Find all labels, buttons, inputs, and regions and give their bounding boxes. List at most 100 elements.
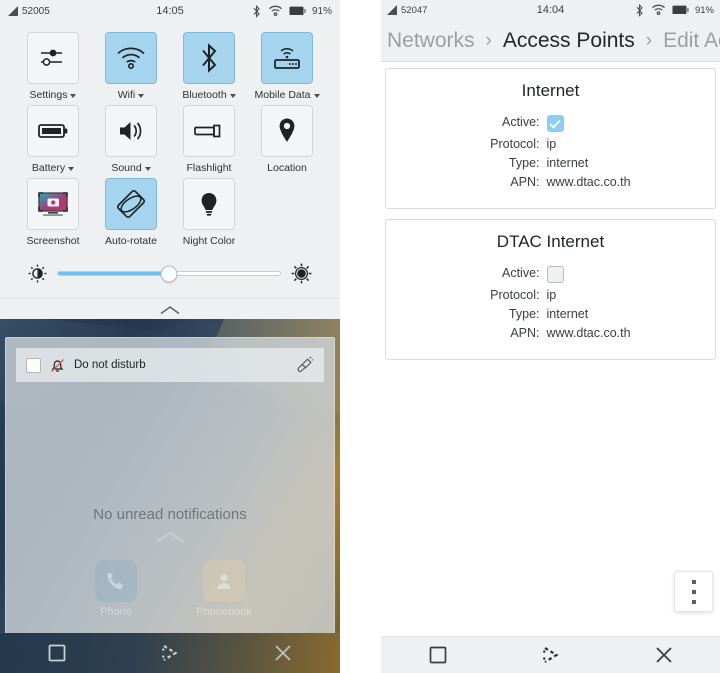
signal-icon: [387, 5, 397, 15]
carrier-label: 52005: [22, 5, 50, 17]
quick-tile-wifi[interactable]: Wifi: [94, 32, 168, 101]
right-status-bar: 52047 14:04 91%: [381, 0, 720, 20]
quick-tile-battery[interactable]: Battery: [16, 105, 90, 174]
field-value: ip: [546, 288, 557, 302]
chevron-right-icon: ›: [645, 29, 653, 51]
nav-home-button[interactable]: [521, 635, 581, 673]
field-active: Active:: [396, 266, 705, 283]
field-value: [546, 266, 687, 283]
tile-label-text: Battery: [31, 162, 66, 174]
field-key: Protocol:: [490, 137, 540, 151]
nav-home-button[interactable]: [140, 633, 200, 673]
nav-close-button[interactable]: [634, 635, 694, 673]
flashlight-icon: [194, 124, 221, 138]
field-key: APN:: [510, 326, 540, 340]
tile-label: Night Color: [183, 235, 236, 247]
quick-tile-sound[interactable]: Sound: [94, 105, 168, 174]
tile-button-wifi[interactable]: [105, 32, 157, 84]
broom-icon[interactable]: [295, 356, 314, 375]
tile-label: Mobile Data: [254, 89, 320, 101]
chevron-down-icon[interactable]: [138, 94, 145, 98]
chevron-down-icon[interactable]: [229, 94, 236, 98]
overflow-menu-button[interactable]: [674, 571, 713, 612]
slider-fill: [58, 272, 169, 275]
quick-tile-bluetooth[interactable]: Bluetooth: [172, 32, 246, 101]
active-checkbox[interactable]: [546, 115, 564, 132]
overflow-menu-icon: [691, 579, 696, 584]
quick-tile-settings[interactable]: Settings: [16, 32, 90, 101]
nav-back-button[interactable]: [408, 635, 468, 673]
tile-button-bluetooth[interactable]: [183, 32, 235, 84]
quick-tile-night-color[interactable]: Night Color: [172, 178, 246, 247]
quick-tile-auto-rotate[interactable]: Auto-rotate: [94, 178, 168, 247]
tile-button-night-color[interactable]: [183, 178, 235, 230]
empty-notifications-label: No unread notifications: [93, 506, 247, 523]
field-key: APN:: [510, 175, 540, 189]
brightness-slider[interactable]: [57, 265, 281, 282]
battery-percent-label: 91%: [694, 4, 714, 16]
access-point-card[interactable]: Internet Active: Protocol: ip Type: inte…: [385, 68, 716, 209]
chevron-down-icon[interactable]: [313, 94, 320, 98]
tile-button-location[interactable]: [261, 105, 313, 157]
nav-close-button[interactable]: [253, 633, 313, 673]
tile-label-text: Wifi: [117, 89, 136, 101]
speaker-icon: [120, 122, 142, 140]
close-icon: [655, 647, 672, 663]
tile-label-text: Night Color: [182, 235, 236, 247]
tile-button-sound[interactable]: [105, 105, 157, 157]
left-status-bar: 52005 14:05 91%: [0, 0, 340, 22]
breadcrumb-item-networks[interactable]: Networks: [387, 29, 475, 53]
background-homescreen-apps: Phone Phonebook: [6, 560, 334, 618]
router-icon: [274, 47, 300, 69]
breadcrumb: Networks › Access Points › Edit Acc: [381, 20, 720, 62]
tile-label-text: Screenshot: [26, 235, 80, 247]
field-value: www.dtac.co.th: [546, 326, 631, 340]
field-value: ip: [546, 137, 557, 151]
tile-button-settings[interactable]: [27, 32, 79, 84]
notification-shade: Do not disturb No unread notifications P…: [0, 319, 340, 644]
kde-logo-icon: [542, 647, 559, 663]
tile-label: Sound: [111, 162, 151, 174]
brightness-high-icon: [291, 263, 312, 284]
kde-logo-icon: [161, 645, 178, 661]
slider-thumb[interactable]: [160, 265, 178, 282]
wifi-icon: [652, 4, 665, 15]
quick-tile-screenshot[interactable]: Screenshot: [16, 178, 90, 247]
carrier-label: 52047: [401, 4, 428, 16]
quick-tile-location[interactable]: Location: [250, 105, 324, 174]
tile-button-flashlight[interactable]: [183, 105, 235, 157]
quick-tile-mobile-data[interactable]: Mobile Data: [250, 32, 324, 101]
do-not-disturb-row[interactable]: Do not disturb: [16, 348, 324, 382]
quick-tile-flashlight[interactable]: Flashlight: [172, 105, 246, 174]
breadcrumb-item-edit-access-point[interactable]: Edit Acc: [663, 29, 720, 53]
tile-button-screenshot[interactable]: [27, 178, 79, 230]
tile-button-battery[interactable]: [27, 105, 79, 157]
chevron-down-icon[interactable]: [68, 167, 75, 171]
tile-label: Location: [267, 162, 307, 174]
active-checkbox[interactable]: [546, 266, 564, 283]
breadcrumb-item-access-points[interactable]: Access Points: [503, 29, 635, 53]
tile-label: Battery: [31, 162, 75, 174]
tile-button-auto-rotate[interactable]: [105, 178, 157, 230]
screenshot-root: 52005 14:05 91% Settings Wifi Bluetooth …: [0, 0, 720, 673]
field-active: Active:: [396, 115, 705, 132]
field-protocol: Protocol: ip: [396, 288, 705, 302]
right-navigation-bar: [381, 636, 720, 673]
wifi-icon: [269, 5, 282, 16]
bluetooth-icon: [253, 4, 260, 18]
nav-back-button[interactable]: [27, 633, 87, 673]
chevron-up-icon: [160, 306, 180, 315]
do-not-disturb-checkbox[interactable]: [26, 357, 41, 373]
tile-label-text: Bluetooth: [182, 89, 227, 101]
tile-button-mobile-data[interactable]: [261, 32, 313, 84]
background-app-phone: Phone: [84, 560, 148, 618]
access-point-card-list: Internet Active: Protocol: ip Type: inte…: [381, 62, 720, 360]
access-point-card[interactable]: DTAC Internet Active: Protocol: ip Type:…: [385, 219, 716, 360]
card-title: DTAC Internet: [496, 232, 605, 251]
phone-icon: [95, 560, 137, 602]
card-title: Internet: [521, 81, 580, 100]
battery-icon: [672, 5, 689, 14]
brightness-low-icon: [28, 264, 47, 283]
chevron-down-icon[interactable]: [144, 167, 151, 171]
chevron-down-icon[interactable]: [70, 94, 77, 98]
